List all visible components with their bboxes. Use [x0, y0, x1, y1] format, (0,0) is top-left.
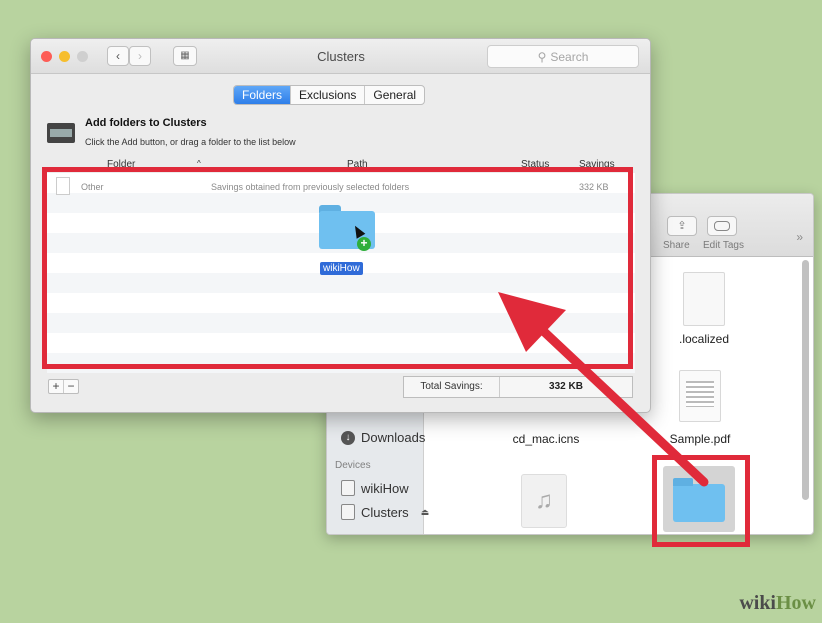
drag-arrow [498, 292, 709, 487]
wikihow-watermark: wikiHow [739, 592, 816, 614]
